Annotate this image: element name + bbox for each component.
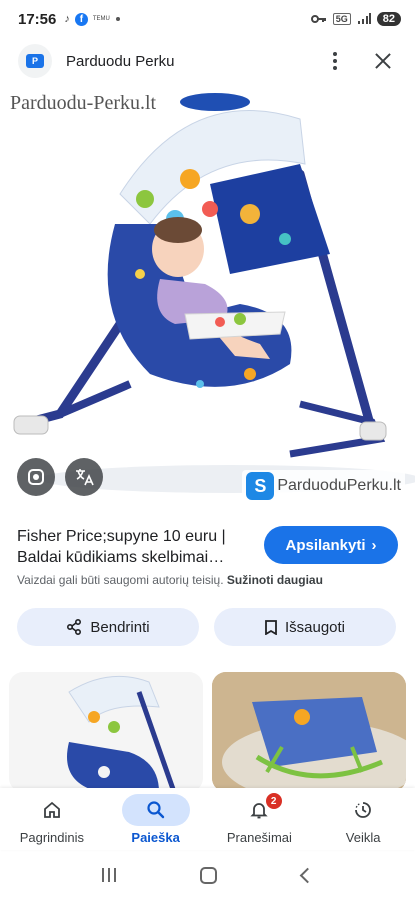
image-watermark-bottom: S ParduoduPerku.lt <box>242 470 405 502</box>
search-icon <box>147 801 164 819</box>
more-options-button[interactable] <box>323 49 347 73</box>
key-icon <box>310 15 326 23</box>
system-navigation <box>0 850 415 900</box>
translate-button[interactable] <box>65 458 103 496</box>
status-time: 17:56 <box>18 10 57 28</box>
home-icon <box>43 801 60 818</box>
source-header: P Parduodu Perku <box>0 40 415 82</box>
back-button[interactable] <box>299 867 316 883</box>
share-label: Bendrinti <box>90 618 150 636</box>
learn-more-link[interactable]: Sužinoti daugiau <box>227 573 323 587</box>
nav-label-home: Pagrindinis <box>19 830 85 845</box>
translate-icon <box>76 469 94 486</box>
more-notifications-dot <box>115 17 120 21</box>
temu-icon: TEMU <box>92 16 110 22</box>
battery-indicator: 82 <box>376 12 401 26</box>
more-vert-icon <box>333 52 337 56</box>
nav-label-activity: Veikla <box>345 830 381 845</box>
status-bar: 17:56 ♪ f TEMU 5G 82 <box>0 0 415 38</box>
visit-button[interactable]: Apsilankyti › <box>264 526 398 564</box>
related-image-2[interactable] <box>212 672 406 792</box>
save-button[interactable]: Išsaugoti <box>214 608 396 646</box>
nav-icon-container <box>329 794 397 826</box>
copyright-text: Vaizdai gali būti saugomi autorių teisių… <box>17 573 224 587</box>
signal-icon <box>357 13 371 24</box>
visit-button-label: Apsilankyti <box>285 536 366 554</box>
nav-item-search[interactable]: Paieška <box>104 788 208 850</box>
baby-swing-illustration <box>13 93 415 493</box>
related-bouncer-thumb <box>212 672 406 792</box>
result-title[interactable]: Fisher Price;supyne 10 euru | Baldai kūd… <box>17 526 257 568</box>
copyright-notice: Vaizdai gali būti saugomi autorių teisių… <box>17 573 407 587</box>
nav-label-search: Paieška <box>131 830 180 845</box>
result-image[interactable]: Parduodu-Perku.lt S ParduoduPerku.lt <box>0 84 415 514</box>
site-name[interactable]: Parduodu Perku <box>66 53 174 70</box>
close-button[interactable] <box>369 47 397 75</box>
notification-badge: 2 <box>265 793 282 809</box>
share-button[interactable]: Bendrinti <box>17 608 199 646</box>
nav-icon-container-active <box>121 794 190 826</box>
save-label: Išsaugoti <box>284 618 346 636</box>
lens-search-button[interactable] <box>17 458 55 496</box>
nav-icon-container <box>225 794 293 826</box>
site-logo[interactable]: P <box>18 44 52 78</box>
tiktok-icon: ♪ <box>64 13 70 25</box>
related-swing-thumb <box>67 675 177 792</box>
status-right-icons: 5G 82 <box>310 12 401 26</box>
related-image-1[interactable] <box>9 672 203 792</box>
notification-icons: ♪ f TEMU <box>64 12 120 26</box>
recent-apps-button[interactable] <box>102 868 117 882</box>
bookmark-icon <box>265 619 277 635</box>
bottom-navigation: Pagrindinis Paieška 2 Pranešimai Veikla <box>0 788 415 850</box>
lens-icon <box>28 469 44 485</box>
home-button[interactable] <box>200 866 218 884</box>
nav-item-home[interactable]: Pagrindinis <box>0 788 104 850</box>
parduoduperku-logo: S <box>246 472 275 500</box>
network-type: 5G <box>332 13 351 25</box>
nav-label-notifications: Pranešimai <box>226 830 292 845</box>
watermark-bottom-text: ParduoduPerku.lt <box>277 477 401 494</box>
facebook-icon: f <box>74 12 88 26</box>
site-logo-mark: P <box>26 54 44 68</box>
share-icon <box>67 619 82 635</box>
nav-item-activity[interactable]: Veikla <box>311 788 415 850</box>
chevron-right-icon: › <box>371 536 377 554</box>
nav-icon-container <box>18 794 86 826</box>
nav-item-notifications[interactable]: 2 Pranešimai <box>208 788 312 850</box>
activity-icon <box>355 802 372 818</box>
